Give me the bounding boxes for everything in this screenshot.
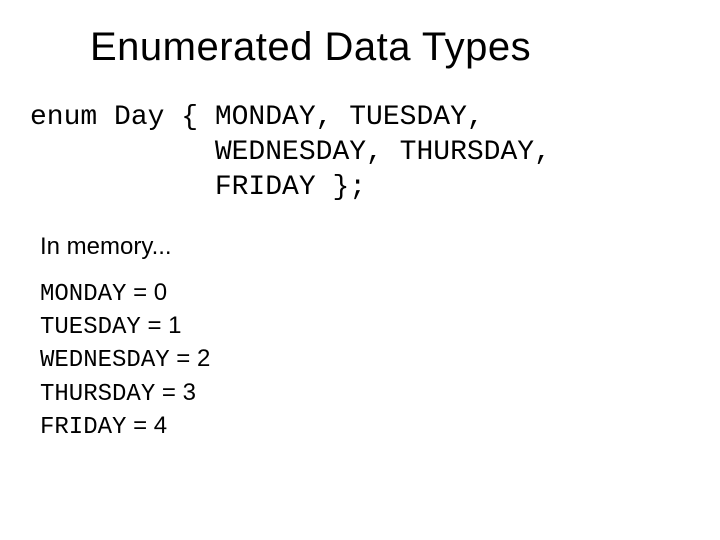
enum-value: = 4 [126,412,167,439]
enum-code-block: enum Day { MONDAY, TUESDAY, WEDNESDAY, T… [30,100,690,205]
enum-name: MONDAY [40,281,126,308]
code-line-3: FRIDAY }; [30,172,366,203]
in-memory-heading: In memory... [40,233,690,261]
enum-value: = 3 [155,379,196,406]
memory-row: THURSDAY = 3 [40,377,690,410]
memory-row: MONDAY = 0 [40,277,690,310]
memory-row: FRIDAY = 4 [40,410,690,443]
enum-name: FRIDAY [40,414,126,441]
enum-value: = 2 [170,345,211,372]
memory-values-list: MONDAY = 0 TUESDAY = 1 WEDNESDAY = 2 THU… [40,277,690,443]
code-line-1: enum Day { MONDAY, TUESDAY, [30,102,484,133]
memory-row: WEDNESDAY = 2 [40,343,690,376]
memory-row: TUESDAY = 1 [40,310,690,343]
enum-name: WEDNESDAY [40,347,170,374]
enum-value: = 1 [141,312,182,339]
enum-value: = 0 [126,279,167,306]
enum-name: TUESDAY [40,314,141,341]
slide: Enumerated Data Types enum Day { MONDAY,… [0,0,720,540]
slide-title: Enumerated Data Types [90,25,690,70]
enum-name: THURSDAY [40,381,155,408]
code-line-2: WEDNESDAY, THURSDAY, [30,137,551,168]
